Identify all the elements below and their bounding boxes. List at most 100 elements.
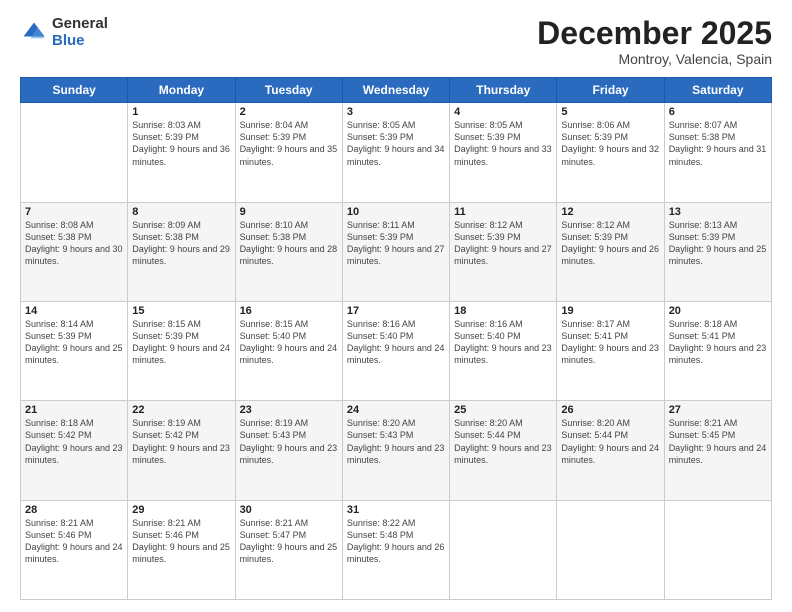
day-number: 8 [132,206,230,218]
calendar-cell: 19Sunrise: 8:17 AMSunset: 5:41 PMDayligh… [557,301,664,400]
day-of-week-header: Tuesday [235,78,342,103]
day-number: 20 [669,305,767,317]
calendar-table: SundayMondayTuesdayWednesdayThursdayFrid… [20,77,772,600]
calendar-week-row: 14Sunrise: 8:14 AMSunset: 5:39 PMDayligh… [21,301,772,400]
day-info: Sunrise: 8:08 AMSunset: 5:38 PMDaylight:… [25,219,123,268]
day-number: 31 [347,504,445,516]
day-number: 25 [454,404,552,416]
calendar-cell: 18Sunrise: 8:16 AMSunset: 5:40 PMDayligh… [450,301,557,400]
day-info: Sunrise: 8:18 AMSunset: 5:41 PMDaylight:… [669,318,767,367]
day-number: 3 [347,106,445,118]
calendar-cell: 4Sunrise: 8:05 AMSunset: 5:39 PMDaylight… [450,103,557,202]
day-number: 17 [347,305,445,317]
calendar-cell: 12Sunrise: 8:12 AMSunset: 5:39 PMDayligh… [557,202,664,301]
day-info: Sunrise: 8:20 AMSunset: 5:44 PMDaylight:… [561,417,659,466]
calendar-cell [21,103,128,202]
calendar-cell [664,500,771,599]
day-info: Sunrise: 8:22 AMSunset: 5:48 PMDaylight:… [347,517,445,566]
header: General Blue December 2025 Montroy, Vale… [20,16,772,67]
day-of-week-header: Wednesday [342,78,449,103]
calendar-cell: 3Sunrise: 8:05 AMSunset: 5:39 PMDaylight… [342,103,449,202]
day-number: 21 [25,404,123,416]
calendar-cell: 29Sunrise: 8:21 AMSunset: 5:46 PMDayligh… [128,500,235,599]
day-info: Sunrise: 8:13 AMSunset: 5:39 PMDaylight:… [669,219,767,268]
day-number: 5 [561,106,659,118]
calendar-cell: 14Sunrise: 8:14 AMSunset: 5:39 PMDayligh… [21,301,128,400]
logo-general-text: General [52,16,108,33]
calendar-cell: 15Sunrise: 8:15 AMSunset: 5:39 PMDayligh… [128,301,235,400]
day-of-week-header: Monday [128,78,235,103]
day-number: 22 [132,404,230,416]
calendar-week-row: 21Sunrise: 8:18 AMSunset: 5:42 PMDayligh… [21,401,772,500]
day-info: Sunrise: 8:21 AMSunset: 5:45 PMDaylight:… [669,417,767,466]
day-info: Sunrise: 8:06 AMSunset: 5:39 PMDaylight:… [561,119,659,168]
day-of-week-header: Saturday [664,78,771,103]
calendar-cell: 6Sunrise: 8:07 AMSunset: 5:38 PMDaylight… [664,103,771,202]
calendar-cell [450,500,557,599]
day-number: 14 [25,305,123,317]
day-number: 9 [240,206,338,218]
day-number: 6 [669,106,767,118]
calendar-cell: 2Sunrise: 8:04 AMSunset: 5:39 PMDaylight… [235,103,342,202]
calendar-cell: 8Sunrise: 8:09 AMSunset: 5:38 PMDaylight… [128,202,235,301]
day-of-week-header: Sunday [21,78,128,103]
page: General Blue December 2025 Montroy, Vale… [0,0,792,612]
day-of-week-header: Thursday [450,78,557,103]
day-info: Sunrise: 8:12 AMSunset: 5:39 PMDaylight:… [561,219,659,268]
calendar-cell: 31Sunrise: 8:22 AMSunset: 5:48 PMDayligh… [342,500,449,599]
day-of-week-header: Friday [557,78,664,103]
day-info: Sunrise: 8:21 AMSunset: 5:46 PMDaylight:… [132,517,230,566]
logo-blue-text: Blue [52,33,108,50]
calendar-cell: 22Sunrise: 8:19 AMSunset: 5:42 PMDayligh… [128,401,235,500]
calendar-cell: 28Sunrise: 8:21 AMSunset: 5:46 PMDayligh… [21,500,128,599]
day-number: 19 [561,305,659,317]
day-info: Sunrise: 8:21 AMSunset: 5:46 PMDaylight:… [25,517,123,566]
day-info: Sunrise: 8:05 AMSunset: 5:39 PMDaylight:… [347,119,445,168]
calendar-cell: 27Sunrise: 8:21 AMSunset: 5:45 PMDayligh… [664,401,771,500]
calendar-cell [557,500,664,599]
day-number: 24 [347,404,445,416]
day-number: 15 [132,305,230,317]
calendar-week-row: 7Sunrise: 8:08 AMSunset: 5:38 PMDaylight… [21,202,772,301]
day-info: Sunrise: 8:17 AMSunset: 5:41 PMDaylight:… [561,318,659,367]
day-number: 18 [454,305,552,317]
day-info: Sunrise: 8:07 AMSunset: 5:38 PMDaylight:… [669,119,767,168]
day-number: 13 [669,206,767,218]
month-title: December 2025 [537,16,772,51]
day-number: 2 [240,106,338,118]
day-info: Sunrise: 8:21 AMSunset: 5:47 PMDaylight:… [240,517,338,566]
day-number: 28 [25,504,123,516]
day-number: 30 [240,504,338,516]
day-info: Sunrise: 8:20 AMSunset: 5:44 PMDaylight:… [454,417,552,466]
day-info: Sunrise: 8:12 AMSunset: 5:39 PMDaylight:… [454,219,552,268]
day-number: 1 [132,106,230,118]
day-number: 4 [454,106,552,118]
day-number: 16 [240,305,338,317]
day-info: Sunrise: 8:11 AMSunset: 5:39 PMDaylight:… [347,219,445,268]
logo-text: General Blue [52,16,108,49]
day-info: Sunrise: 8:15 AMSunset: 5:40 PMDaylight:… [240,318,338,367]
calendar-cell: 9Sunrise: 8:10 AMSunset: 5:38 PMDaylight… [235,202,342,301]
day-info: Sunrise: 8:18 AMSunset: 5:42 PMDaylight:… [25,417,123,466]
day-info: Sunrise: 8:19 AMSunset: 5:42 PMDaylight:… [132,417,230,466]
calendar-cell: 13Sunrise: 8:13 AMSunset: 5:39 PMDayligh… [664,202,771,301]
calendar-cell: 10Sunrise: 8:11 AMSunset: 5:39 PMDayligh… [342,202,449,301]
calendar-cell: 25Sunrise: 8:20 AMSunset: 5:44 PMDayligh… [450,401,557,500]
calendar-cell: 16Sunrise: 8:15 AMSunset: 5:40 PMDayligh… [235,301,342,400]
calendar-week-row: 28Sunrise: 8:21 AMSunset: 5:46 PMDayligh… [21,500,772,599]
day-number: 29 [132,504,230,516]
calendar-cell: 17Sunrise: 8:16 AMSunset: 5:40 PMDayligh… [342,301,449,400]
logo-icon [20,19,48,47]
day-info: Sunrise: 8:20 AMSunset: 5:43 PMDaylight:… [347,417,445,466]
calendar-cell: 7Sunrise: 8:08 AMSunset: 5:38 PMDaylight… [21,202,128,301]
calendar-header-row: SundayMondayTuesdayWednesdayThursdayFrid… [21,78,772,103]
logo: General Blue [20,16,108,49]
day-number: 11 [454,206,552,218]
calendar-cell: 1Sunrise: 8:03 AMSunset: 5:39 PMDaylight… [128,103,235,202]
day-info: Sunrise: 8:14 AMSunset: 5:39 PMDaylight:… [25,318,123,367]
calendar-week-row: 1Sunrise: 8:03 AMSunset: 5:39 PMDaylight… [21,103,772,202]
day-info: Sunrise: 8:09 AMSunset: 5:38 PMDaylight:… [132,219,230,268]
day-info: Sunrise: 8:16 AMSunset: 5:40 PMDaylight:… [454,318,552,367]
day-number: 10 [347,206,445,218]
day-info: Sunrise: 8:15 AMSunset: 5:39 PMDaylight:… [132,318,230,367]
